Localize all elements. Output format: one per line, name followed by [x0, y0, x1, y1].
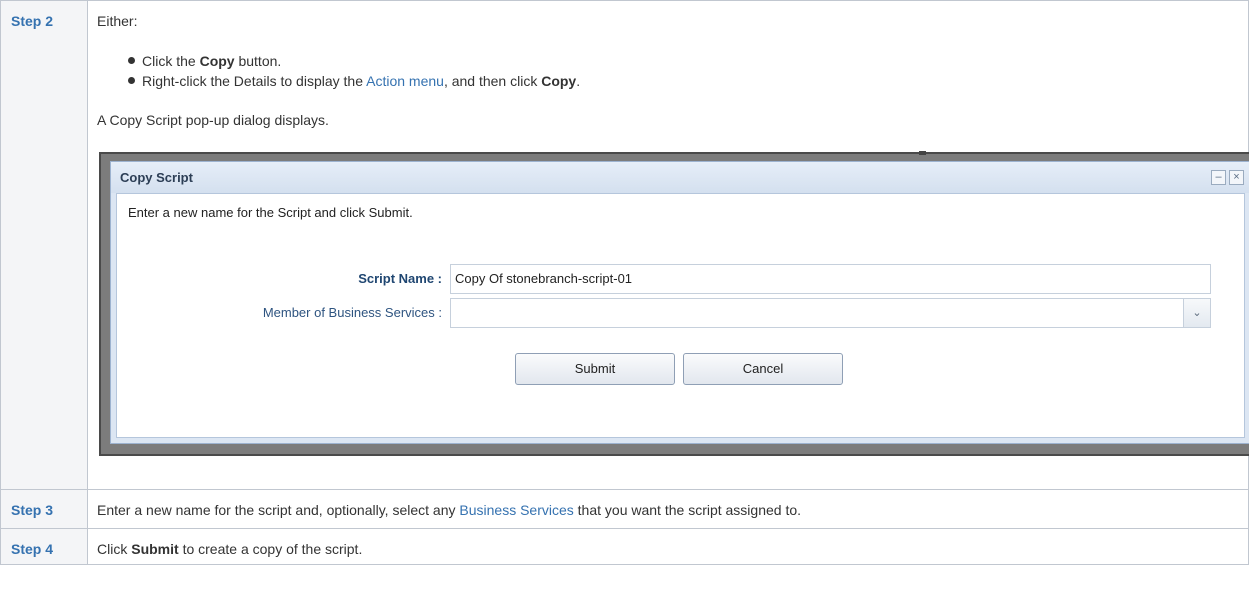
step-text: Enter a new name for the script and, opt…: [97, 502, 802, 518]
dialog-header: Copy Script – ×: [111, 162, 1249, 193]
business-services-link[interactable]: Business Services: [459, 502, 573, 518]
copy-script-dialog: Copy Script – × Enter a new name for the…: [110, 161, 1249, 444]
chevron-down-icon[interactable]: ⌄: [1183, 299, 1210, 327]
script-name-input[interactable]: Copy Of stonebranch-script-01: [450, 264, 1211, 294]
bold-text: Submit: [131, 541, 179, 557]
bold-text: Copy: [199, 53, 235, 69]
business-services-select[interactable]: ⌄: [450, 298, 1211, 328]
dialog-message: Enter a new name for the Script and clic…: [128, 205, 413, 220]
list-item: Click the Copy button.: [128, 52, 1248, 70]
step-row-3: Step 3 Enter a new name for the script a…: [0, 489, 1249, 529]
step-text: Click Submit to create a copy of the scr…: [97, 541, 363, 557]
dialog-body: Enter a new name for the Script and clic…: [116, 193, 1245, 438]
script-name-label: Script Name :: [358, 271, 442, 286]
steps-table: Step 2 Either: Click the Copy button. Ri…: [0, 0, 1249, 565]
step-label: Step 3: [11, 502, 54, 518]
step-label: Step 2: [11, 13, 54, 29]
dialog-screenshot: Copy Script – × Enter a new name for the…: [99, 151, 1249, 456]
action-menu-link[interactable]: Action menu: [366, 73, 444, 89]
step-body-cell: Enter a new name for the script and, opt…: [87, 489, 1249, 529]
business-services-label: Member of Business Services :: [262, 305, 442, 320]
bold-text: Copy: [541, 73, 577, 89]
step-row-4: Step 4 Click Submit to create a copy of …: [0, 528, 1249, 565]
step-note-text: A Copy Script pop-up dialog displays.: [97, 112, 329, 128]
step-body-cell: Either: Click the Copy button. Right-cli…: [87, 0, 1249, 490]
close-icon[interactable]: ×: [1229, 170, 1244, 185]
step-label-cell: Step 4: [0, 528, 88, 565]
cancel-button[interactable]: Cancel: [683, 353, 843, 385]
step-bullet-list: Click the Copy button. Right-click the D…: [97, 52, 1248, 90]
submit-button[interactable]: Submit: [515, 353, 675, 385]
step-intro-text: Either:: [97, 13, 138, 29]
step-label-cell: Step 3: [0, 489, 88, 529]
minimize-icon[interactable]: –: [1211, 170, 1226, 185]
step-body-cell: Click Submit to create a copy of the scr…: [87, 528, 1249, 565]
step-label: Step 4: [11, 541, 54, 557]
step-label-cell: Step 2: [0, 0, 88, 490]
dialog-title: Copy Script: [120, 170, 193, 185]
list-item: Right-click the Details to display the A…: [128, 72, 1248, 90]
step-row-2: Step 2 Either: Click the Copy button. Ri…: [0, 0, 1249, 490]
